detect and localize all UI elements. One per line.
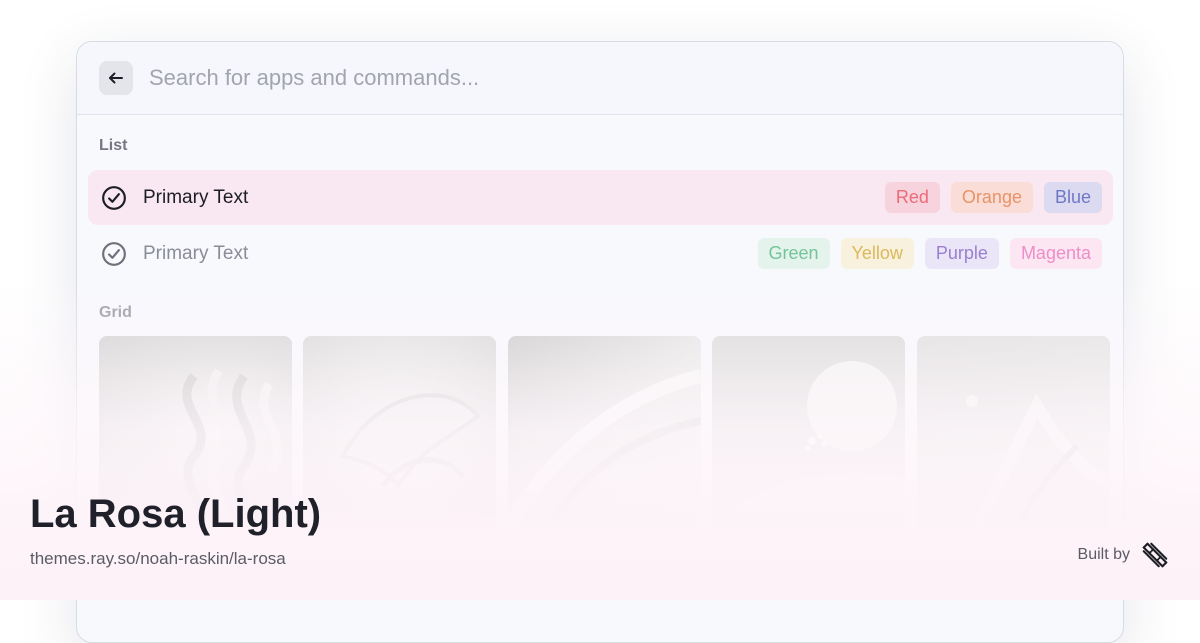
tag-magenta: Magenta xyxy=(1009,238,1102,269)
grid-item[interactable] xyxy=(508,336,701,529)
grid-item[interactable] xyxy=(303,336,496,529)
check-circle-icon xyxy=(102,241,126,266)
tag-purple: Purple xyxy=(924,238,999,269)
tag-yellow: Yellow xyxy=(840,238,914,269)
theme-url-link[interactable]: themes.ray.so/noah-raskin/la-rosa xyxy=(30,549,286,569)
list-item-title: Primary Text xyxy=(143,186,249,208)
list-section-label: List xyxy=(99,137,128,154)
list-item[interactable]: Primary Text Red Orange Blue xyxy=(88,170,1113,225)
grid-item[interactable] xyxy=(712,336,905,529)
tag-red: Red xyxy=(884,182,940,213)
list-item-tags: Green Yellow Purple Magenta xyxy=(757,238,1102,269)
list-item[interactable]: Primary Text Green Yellow Purple Magenta xyxy=(88,226,1113,281)
check-circle-icon xyxy=(102,185,126,210)
petal-sculpture-image xyxy=(340,393,481,490)
search-bar xyxy=(77,42,1123,115)
tag-blue: Blue xyxy=(1043,182,1102,213)
built-by: Built by xyxy=(1078,540,1170,570)
tag-orange: Orange xyxy=(950,182,1033,213)
grid-item[interactable] xyxy=(917,336,1110,529)
built-by-label: Built by xyxy=(1077,546,1130,563)
curve-sculpture-image xyxy=(508,369,701,529)
bloom-sculpture-image xyxy=(966,393,1110,529)
list-item-tags: Red Orange Blue xyxy=(884,182,1102,213)
theme-title: La Rosa (Light) xyxy=(30,492,322,536)
arrow-left-icon xyxy=(109,72,123,84)
moon-flower-image xyxy=(712,361,905,529)
tag-green: Green xyxy=(757,238,830,269)
raycast-logo-icon xyxy=(1142,542,1168,568)
list-item-title: Primary Text xyxy=(143,242,249,264)
search-input[interactable] xyxy=(147,64,951,92)
back-button[interactable] xyxy=(99,61,133,95)
grid-section-label: Grid xyxy=(99,304,132,321)
